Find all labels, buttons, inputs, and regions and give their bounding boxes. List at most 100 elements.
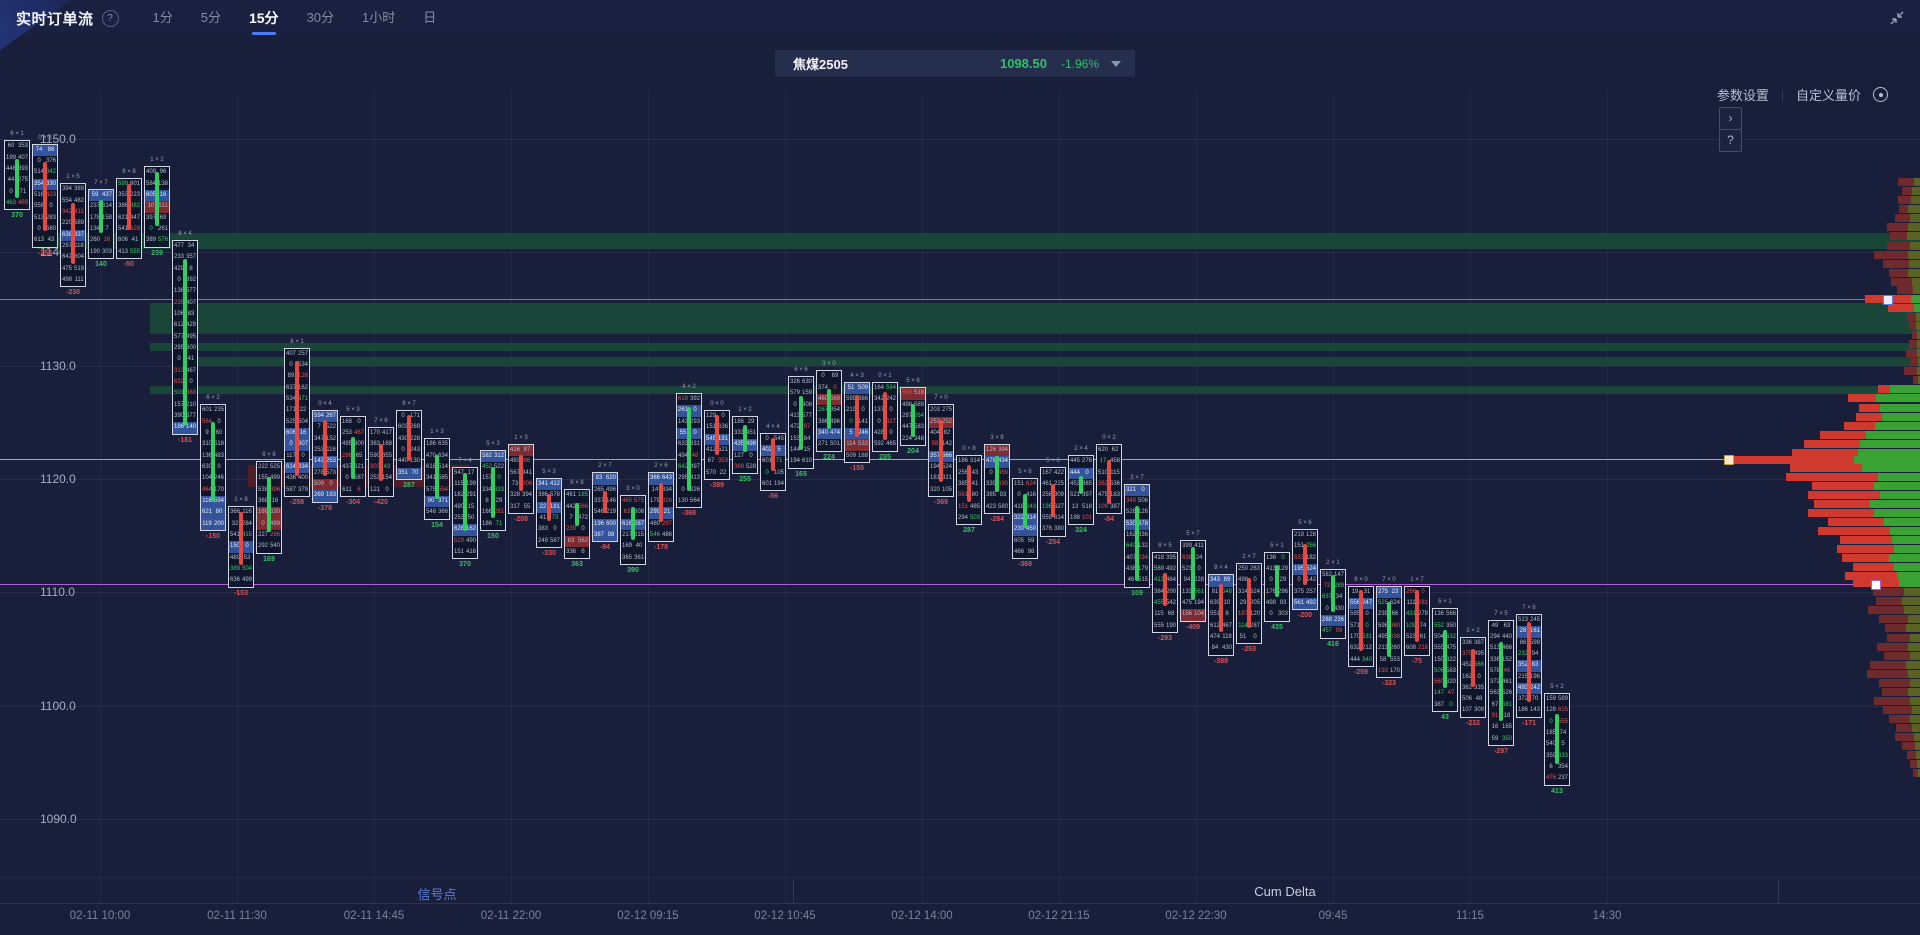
footprint-candle[interactable]: 3 × 046557563608616287217315169403653613… xyxy=(620,486,646,578)
footprint-candle[interactable]: 4 × 405454025601710105601194-56 xyxy=(760,424,786,505)
tab-1小时[interactable]: 1小时 xyxy=(362,0,395,36)
footprint-candle[interactable]: 2 × 444527644404533855213971351819810132… xyxy=(1068,446,1094,538)
bid-volume-cell: 275 xyxy=(1377,587,1389,598)
price-tick-label: 1120.0 xyxy=(40,472,76,486)
bid-volume-cell: 387 xyxy=(593,530,605,541)
candle-delta-total: 239 xyxy=(139,250,175,257)
profile-sell-bar xyxy=(1870,661,1906,669)
footprint-candle[interactable]: 3 × 732103495065281265303781623366401324… xyxy=(1124,475,1150,601)
footprint-candle[interactable]: 7 × 549632944405134663361525784637246156… xyxy=(1488,611,1514,760)
footprint-candle[interactable]: 5 × 358231245252215703343338291662811867… xyxy=(480,441,506,544)
candle-delta-total: 390 xyxy=(615,567,651,574)
tab-15分[interactable]: 15分 xyxy=(249,0,279,36)
volume-row: 49893 xyxy=(1265,598,1289,609)
bid-volume-cell: 340 xyxy=(817,428,829,439)
footprint-candle[interactable]: 6 × 822252515549953839636816169530049922… xyxy=(256,452,282,567)
footprint-candle[interactable]: 8 × 70171603269430228024344013035170287 xyxy=(396,401,422,493)
footprint-candle[interactable]: 2 × 15821477228963734043028823645799416 xyxy=(1320,560,1346,652)
footprint-candle[interactable]: 6 × 260123556409603105181364836300104246… xyxy=(200,395,226,544)
profile-sell-bar xyxy=(1828,518,1884,526)
volume-row: 389576 xyxy=(145,235,169,246)
footprint-candle[interactable]: 1 × 2186293334514354981270369528255 xyxy=(732,407,758,488)
footprint-candle[interactable]: 7 × 454717115199182291490152535062816252… xyxy=(452,458,478,573)
candle-delta-bar xyxy=(295,361,299,475)
help-icon[interactable]: ? xyxy=(102,10,119,27)
orderflow-chart[interactable]: 1150.01140.01130.01120.01110.01100.01090… xyxy=(0,36,1920,935)
footprint-candle[interactable]: 8 × 447734233357429803921385772354071068… xyxy=(172,231,198,448)
footprint-candle[interactable]: 5 × 616742246122525630919862755961437638… xyxy=(1040,458,1066,550)
footprint-candle[interactable]: 4 × 261839226101432935506333314944864249… xyxy=(676,384,702,521)
footprint-candle[interactable]: 3 × 006937404605692673543864963404742715… xyxy=(816,361,842,464)
footprint-candle[interactable]: 6 × 632663057915903084135774729715384144… xyxy=(788,367,814,482)
expand-panel-button[interactable]: › xyxy=(1719,107,1742,130)
footprint-candle[interactable]: 5 × 113656655235050463255547515032250658… xyxy=(1432,599,1458,725)
footprint-candle[interactable]: 3 × 233638737549545256616203623355064810… xyxy=(1460,628,1486,731)
bid-volume-cell: 582 xyxy=(481,451,493,462)
profile-sell-bar xyxy=(1887,634,1910,642)
footprint-candle[interactable]: 2 × 78362026549633714654621919660038798-… xyxy=(592,463,618,555)
footprint-candle[interactable]: 5 × 33414123865782218141733830249587-330 xyxy=(536,469,562,561)
bid-volume-cell: 74 xyxy=(33,145,45,156)
bid-volume-cell: 376 xyxy=(1041,524,1053,535)
bid-volume-cell: 613 xyxy=(33,235,45,246)
bid-volume-cell: 476 xyxy=(1545,773,1557,784)
footprint-candle[interactable]: 7 × 027523525624239665983604956382132605… xyxy=(1376,577,1402,692)
settings-button[interactable]: 参数设置 xyxy=(1717,85,1769,104)
time-axis-line xyxy=(0,903,1920,904)
footprint-candle[interactable]: 7 × 651324528161865992329435283215196493… xyxy=(1516,605,1542,731)
volume-row: 618392 xyxy=(677,394,701,405)
bid-volume-cell: 294 xyxy=(957,513,969,524)
footprint-candle[interactable]: 5 × 11360413129029176296498930303435 xyxy=(1264,543,1290,635)
footprint-candle[interactable]: 7 × 759437237614178158134726016190303140 xyxy=(88,180,114,272)
footprint-candle[interactable]: 0 × 26206217458510115262536475183109387-… xyxy=(1096,435,1122,527)
cum-delta-pane-label[interactable]: Cum Delta xyxy=(1254,884,1315,899)
footprint-candle[interactable]: 0 × 818631425643385415918015148529450328… xyxy=(956,446,982,538)
profile-buy-bar xyxy=(1912,706,1920,714)
price-tick-label: 1090.0 xyxy=(40,812,77,826)
footprint-candle[interactable]: 1 × 836611632284541415150048953389504636… xyxy=(228,497,254,600)
candle-delta-bar xyxy=(267,477,271,532)
symbol-selector[interactable]: 焦煤2505 1098.50 -1.96% xyxy=(775,50,1135,77)
eye-icon[interactable] xyxy=(1873,87,1888,102)
footprint-candle[interactable]: 5 × 615162404164182433223142304506055946… xyxy=(1012,469,1038,572)
footprint-candle[interactable]: 1 × 240996584138605161051139769026138957… xyxy=(144,157,170,260)
volume-row: 151485 xyxy=(957,502,981,513)
footprint-candle[interactable]: 1 × 341687493865673417320632839431755-20… xyxy=(508,435,534,527)
profile-sell-bar xyxy=(1808,491,1880,499)
ask-volume-cell: 394 xyxy=(997,445,1009,456)
profile-buy-bar xyxy=(1908,205,1920,213)
footprint-candle[interactable]: 1 × 539438955448234241122058963833729711… xyxy=(60,174,86,300)
footprint-candle[interactable]: 6 × 846118544256674722390835623366363 xyxy=(564,480,590,572)
footprint-candle[interactable]: 7 × 020327525325240482581423575661945241… xyxy=(928,395,954,510)
candle-delta-bar xyxy=(547,494,551,522)
tab-日[interactable]: 日 xyxy=(423,0,436,36)
footprint-candle[interactable]: 2 × 725026349803146242920518712011428751… xyxy=(1236,554,1262,657)
tab-5分[interactable]: 5分 xyxy=(201,0,221,36)
footprint-candle[interactable]: 7 × 6170417383168590355303432531541210-4… xyxy=(368,418,394,510)
tab-1分[interactable]: 1分 xyxy=(153,0,173,36)
footprint-candle[interactable]: 5 × 6608518498589287264447583224348204 xyxy=(900,378,926,459)
profile-sell-bar xyxy=(1848,394,1876,402)
panel-help-button[interactable]: ? xyxy=(1719,129,1742,152)
footprint-candle[interactable]: 3 × 8126394478434045933963038593423580-2… xyxy=(984,435,1010,527)
footprint-candle[interactable]: 1 × 726601112814312781097452361608216-75 xyxy=(1404,577,1430,669)
signal-pane-label[interactable]: 信号点 xyxy=(417,884,456,903)
footprint-candle[interactable]: 5 × 739941163824523094228133561475194156… xyxy=(1180,531,1206,634)
custom-volume-price-button[interactable]: 自定义量价 xyxy=(1796,85,1861,104)
footprint-candle[interactable]: 5 × 621912815125653318219552401423752575… xyxy=(1292,520,1318,623)
volume-row: 069 xyxy=(817,371,841,382)
bid-volume-cell: 413 xyxy=(117,247,129,258)
tab-30分[interactable]: 30分 xyxy=(307,0,334,36)
footprint-candle[interactable]: 0 × 874860376514342354330516423558051328… xyxy=(32,135,58,261)
footprint-candle[interactable]: 1 × 318663547063461851434158557555490371… xyxy=(424,429,450,532)
footprint-candle[interactable]: 6 × 16035319940744639344275071463469370 xyxy=(4,131,30,223)
bid-volume-cell: 193 xyxy=(1377,666,1389,677)
footprint-candle[interactable]: 2 × 63666431433417932629921480297546486-… xyxy=(648,463,674,555)
candle-delta-total: 413 xyxy=(1539,788,1575,795)
volume-row: 126394 xyxy=(985,445,1009,456)
footprint-candle[interactable]: 8 × 019315562475950571017053163221244434… xyxy=(1348,577,1374,680)
footprint-candle[interactable]: 5 × 215958912861505551857454053593336354… xyxy=(1544,684,1570,799)
ask-volume-cell: 361 xyxy=(633,553,645,564)
footprint-candle[interactable]: 5 × 316802534674953002866543762105876116… xyxy=(340,407,366,510)
footprint-candle[interactable]: 8 × 140725705348912663716253437117122525… xyxy=(284,339,310,510)
